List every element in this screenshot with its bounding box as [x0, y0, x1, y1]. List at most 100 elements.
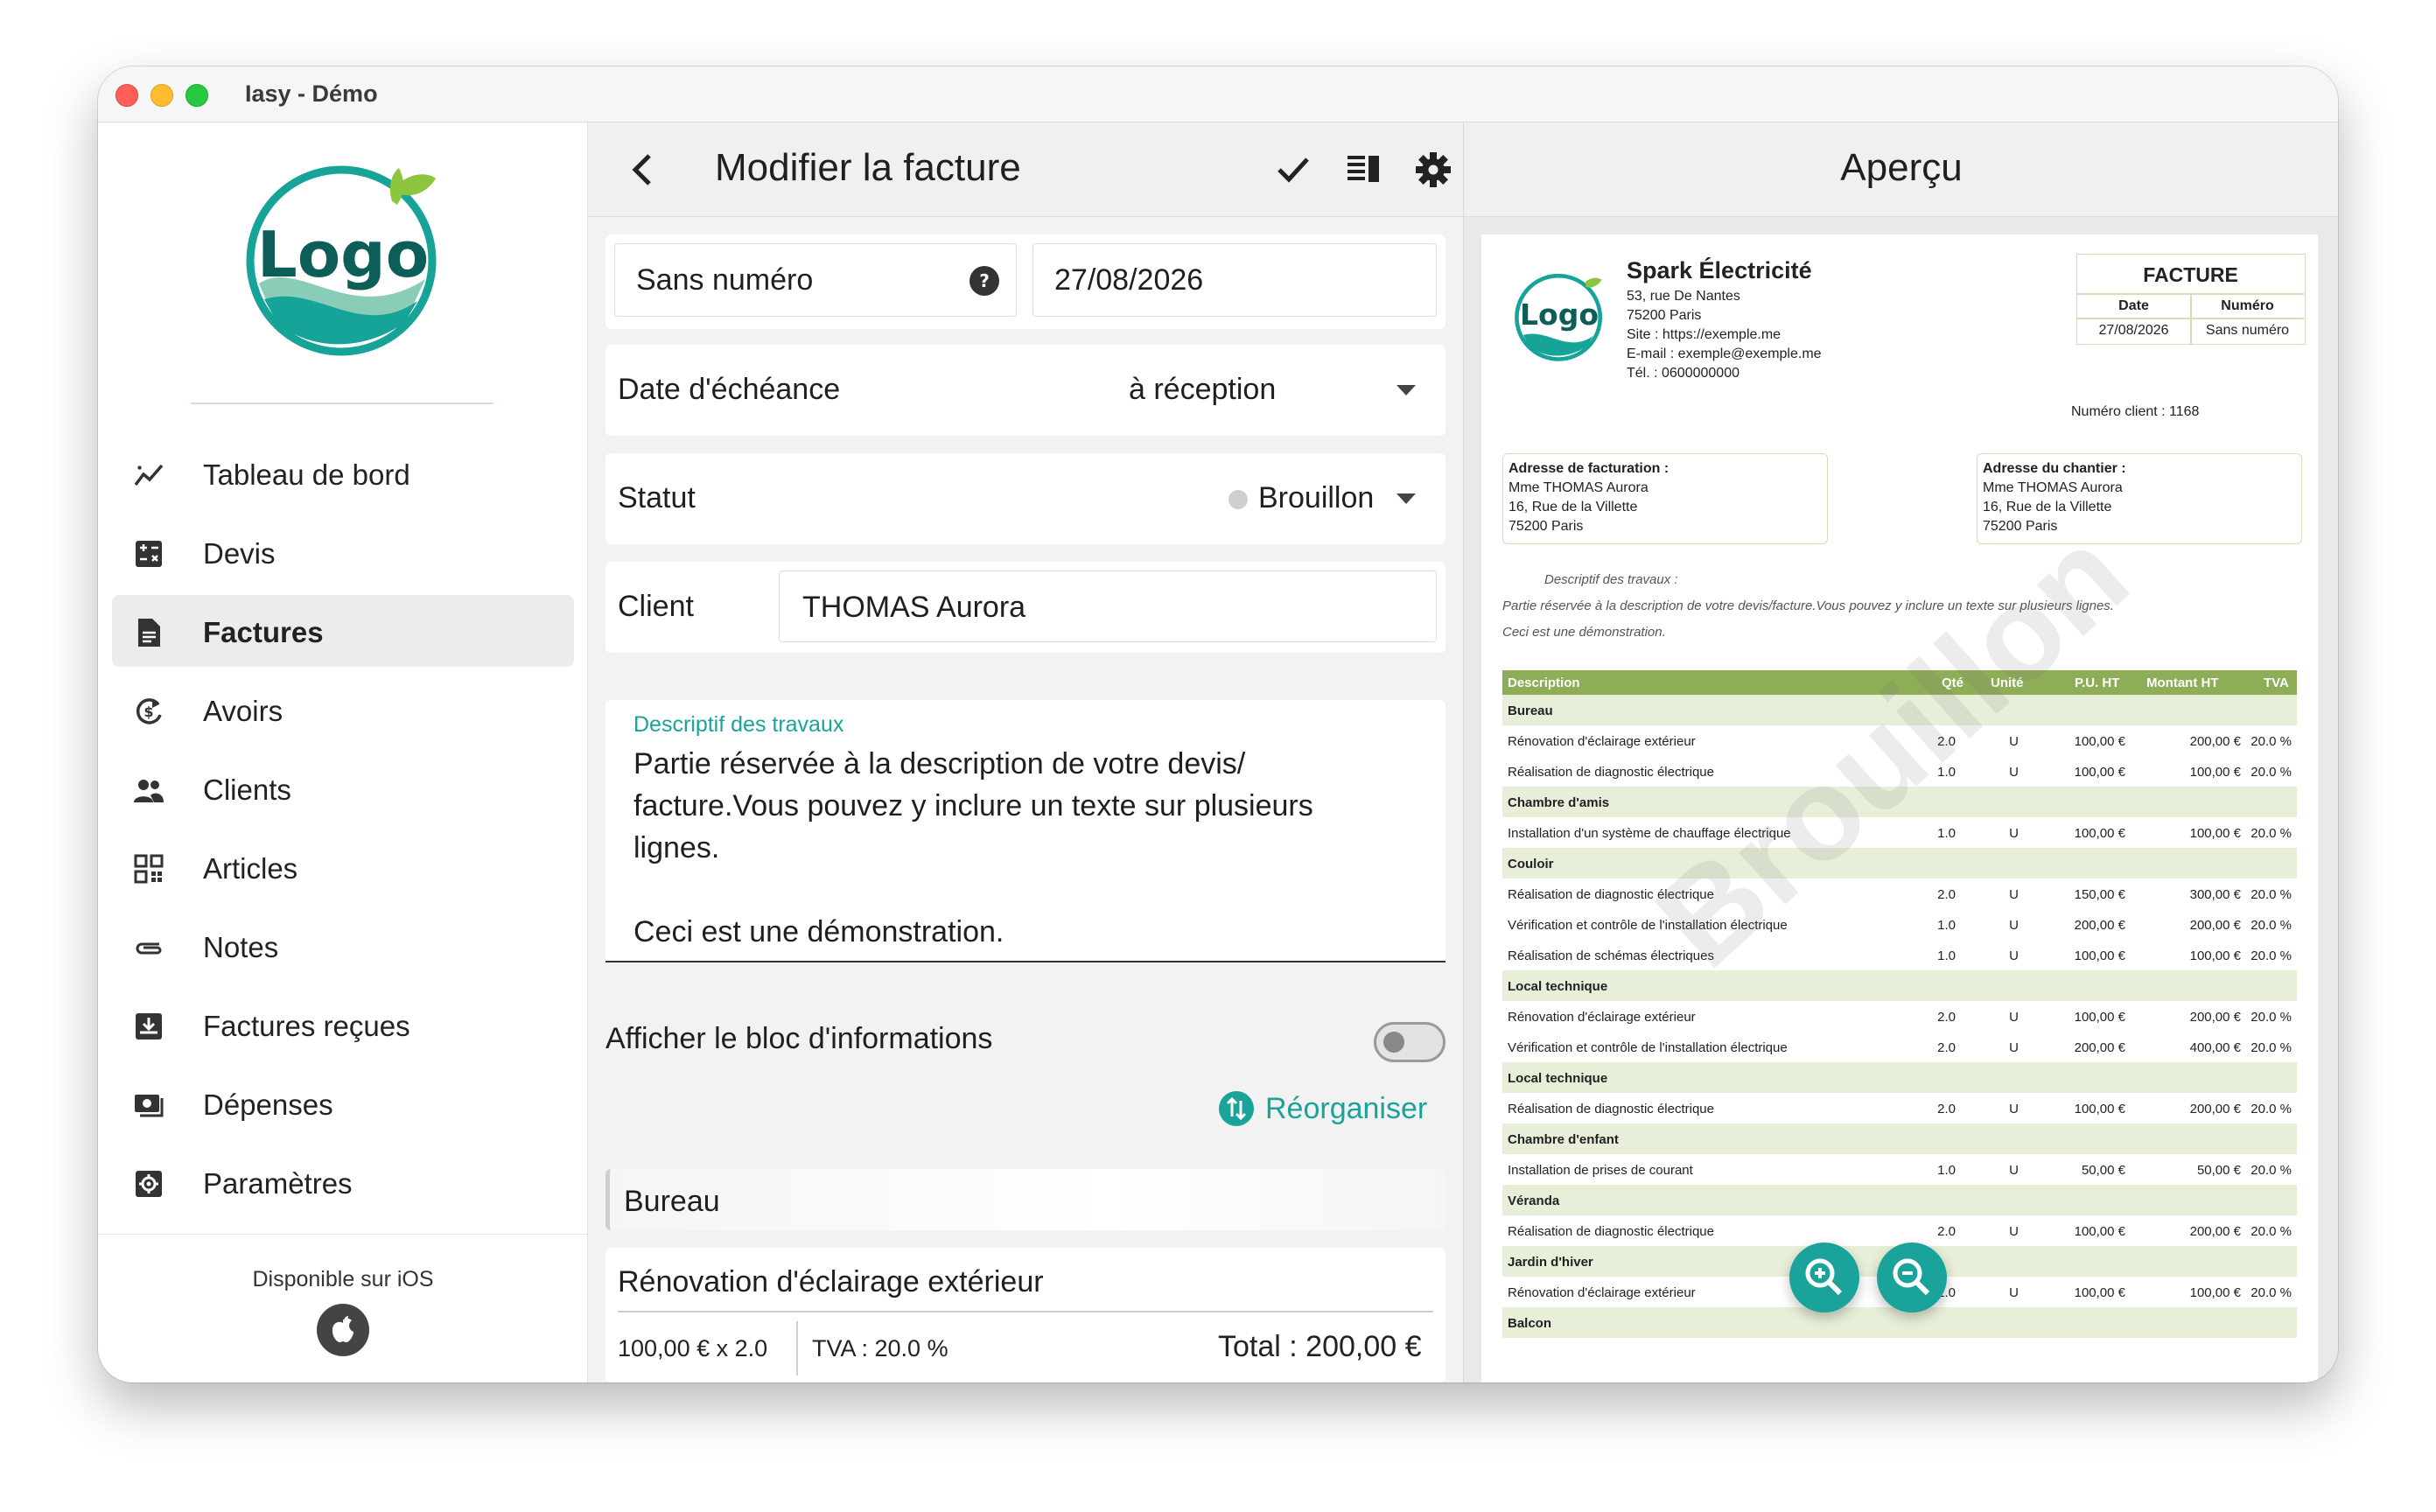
group-row: Couloir	[1502, 848, 2297, 878]
invoice-date-field[interactable]: 27/08/2026	[1032, 243, 1437, 317]
paperclip-icon	[136, 942, 162, 955]
status-value: Brouillon	[1258, 481, 1375, 514]
cell-amount: 200,00 €	[2189, 1010, 2241, 1025]
cell-description: Réalisation de diagnostic électrique	[1508, 1224, 1714, 1239]
people-icon	[134, 780, 164, 802]
sidebar-item-settings[interactable]: Paramètres	[112, 1146, 574, 1218]
sidebar-item-notes[interactable]: Notes	[112, 910, 574, 982]
cell-description: Vérification et contrôle de l'installati…	[1508, 918, 1788, 933]
cell-amount: 100,00 €	[2189, 826, 2241, 841]
client-number: Numéro client : 1168	[2071, 404, 2200, 419]
zoom-window-button[interactable]	[186, 84, 208, 107]
sidebar-item-quotes[interactable]: Devis	[112, 516, 574, 588]
client-row: Client THOMAS Aurora	[606, 562, 1446, 653]
cell-description: Installation d'un système de chauffage é…	[1508, 826, 1791, 841]
invoice-editor: Modifier la facture Sans numéro ? 27/08/…	[588, 122, 1463, 1382]
sidebar-item-articles[interactable]: Articles	[112, 831, 574, 903]
checkmark-icon[interactable]	[1274, 150, 1312, 189]
doc-date-label: Date	[2118, 298, 2149, 313]
line-item-total: Total : 200,00 €	[1218, 1330, 1422, 1363]
sidebar-item-received-invoices[interactable]: Factures reçues	[112, 989, 574, 1060]
group-row: Véranda	[1502, 1185, 2297, 1215]
app-window: Iasy - Démo Logo Tableau de bord Devis F…	[98, 66, 2338, 1382]
group-row: Chambre d'enfant	[1502, 1124, 2297, 1154]
title-bar: Iasy - Démo	[98, 66, 2338, 122]
cell-unit-price: 100,00 €	[2074, 948, 2125, 963]
group-row: Bureau	[1502, 695, 2297, 725]
sidebar-item-label: Devis	[203, 537, 276, 570]
line-item-divider	[796, 1321, 798, 1376]
section-bureau[interactable]: Bureau	[606, 1169, 1446, 1230]
gear-icon[interactable]	[1414, 150, 1452, 189]
sidebar-footer-divider	[98, 1234, 588, 1235]
sidebar-item-invoices[interactable]: Factures	[112, 595, 574, 667]
zoom-out-button[interactable]	[1877, 1242, 1947, 1312]
company-site: Site : https://exemple.me	[1627, 327, 1782, 342]
invoice-number-value: Sans numéro	[636, 263, 814, 297]
help-icon[interactable]: ?	[969, 265, 1000, 297]
cell-description: Rénovation d'éclairage extérieur	[1508, 1285, 1696, 1300]
doc-type: FACTURE	[2143, 263, 2238, 286]
cell-tva: 20.0 %	[2250, 887, 2292, 902]
sidebar-item-label: Factures	[203, 616, 324, 648]
doc-date: 27/08/2026	[2098, 323, 2169, 338]
billing-title: Adresse de facturation :	[1508, 461, 1670, 476]
col-description: Description	[1508, 676, 1580, 690]
client-field[interactable]: THOMAS Aurora	[779, 570, 1437, 642]
cell-qty: 1.0	[1937, 1163, 1956, 1178]
toggle-knob	[1383, 1032, 1404, 1053]
group-label: Véranda	[1508, 1194, 1560, 1208]
status-label: Statut	[618, 481, 696, 514]
cell-unit: U	[2009, 1040, 2019, 1055]
line-item-card[interactable]: Rénovation d'éclairage extérieur 100,00 …	[606, 1248, 1446, 1382]
cell-tva: 20.0 %	[2250, 1163, 2292, 1178]
billing-line: 16, Rue de la Villette	[1508, 500, 1638, 514]
cell-unit-price: 100,00 €	[2074, 765, 2125, 780]
minimize-window-button[interactable]	[150, 84, 173, 107]
zoom-in-button[interactable]	[1789, 1242, 1859, 1312]
invoice-meta-box: FACTURE Date Numéro 27/08/2026 Sans numé…	[2076, 254, 2306, 345]
sidebar-item-credit-notes[interactable]: $ Avoirs	[112, 674, 574, 746]
table-row: Réalisation de diagnostic électrique 2.0 U…	[1502, 1093, 2297, 1124]
layout-columns-icon[interactable]	[1344, 150, 1382, 189]
cell-unit: U	[2009, 948, 2019, 963]
table-row: Réalisation de diagnostic électrique 2.0 U…	[1502, 878, 2297, 909]
cell-description: Rénovation d'éclairage extérieur	[1508, 734, 1696, 749]
close-window-button[interactable]	[116, 84, 138, 107]
cell-unit: U	[2009, 1163, 2019, 1178]
table-row: Vérification et contrôle de l'installati…	[1502, 1032, 2297, 1062]
sidebar-item-expenses[interactable]: Dépenses	[112, 1068, 574, 1139]
preview-panel: Aperçu Logo Spark Électricité 53, rue De…	[1463, 122, 2338, 1382]
qr-code-icon	[134, 854, 164, 884]
inbox-download-icon	[136, 1013, 162, 1040]
due-date-row[interactable]: Date d'échéance à réception	[606, 345, 1446, 436]
client-label: Client	[618, 590, 694, 623]
invoice-preview[interactable]: Logo Spark Électricité 53, rue De Nantes…	[1481, 234, 2318, 1382]
cell-qty: 2.0	[1937, 1224, 1956, 1239]
reorganize-button[interactable]: Réorganiser	[1218, 1085, 1447, 1132]
description-textarea[interactable]: Descriptif des travaux Partie réservée à…	[606, 700, 1446, 962]
cell-qty: 2.0	[1937, 887, 1956, 902]
invoice-number-field[interactable]: Sans numéro ?	[614, 243, 1017, 317]
info-block-toggle[interactable]	[1374, 1022, 1446, 1062]
description-line: lignes.	[634, 831, 720, 864]
col-unit-price: P.U. HT	[2075, 676, 2120, 690]
cell-tva: 20.0 %	[2250, 1102, 2292, 1116]
sidebar-item-dashboard[interactable]: Tableau de bord	[112, 438, 574, 509]
cell-unit-price: 100,00 €	[2074, 734, 2125, 749]
app-store-button[interactable]	[317, 1304, 369, 1356]
billing-line: Mme THOMAS Aurora	[1508, 480, 1648, 495]
sidebar-item-clients[interactable]: Clients	[112, 752, 574, 824]
cell-amount: 100,00 €	[2189, 948, 2241, 963]
doc-number-label: Numéro	[2221, 298, 2274, 313]
cell-description: Vérification et contrôle de l'installati…	[1508, 1040, 1788, 1055]
cell-qty: 2.0	[1937, 734, 1956, 749]
col-qty: Qté	[1942, 676, 1964, 690]
chart-line-icon	[134, 464, 164, 486]
cell-description: Réalisation de schémas électriques	[1508, 948, 1714, 963]
line-item-price-qty: 100,00 € x 2.0	[618, 1335, 768, 1362]
due-date-label: Date d'échéance	[618, 373, 841, 406]
back-arrow-icon[interactable]	[623, 149, 665, 191]
chevron-down-icon	[1396, 494, 1416, 504]
status-row[interactable]: Statut Brouillon	[606, 453, 1446, 544]
